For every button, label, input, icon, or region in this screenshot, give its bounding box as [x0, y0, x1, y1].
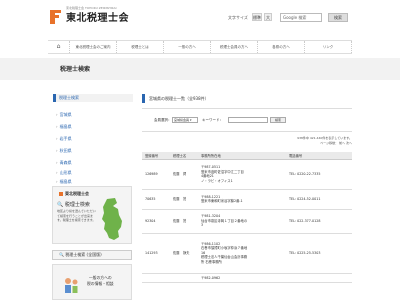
search-button[interactable]: 検索 [270, 117, 286, 123]
table-row: 92304 佐藤 茂 〒981-3204 仙台市泉区寺岡１丁目２番地の 3 TE… [142, 209, 352, 234]
banner-logo: 東北税理士会 [59, 191, 89, 197]
sidebar-item-fukushima[interactable]: 福島県 [56, 124, 72, 130]
cell-tel: TEL: 0225-25-5303 [286, 233, 352, 274]
logo-text: 東北税理士会 [66, 13, 129, 24]
nav-item-public[interactable]: 一般の方へ [164, 41, 211, 53]
table-row: 70635 佐藤 茂 〒988-1221 登米市東和町米谷字錦2番-1 TEL:… [142, 189, 352, 210]
member-select-label: 会員選択： [154, 118, 172, 122]
cell-address: 〒982-0962 [198, 273, 286, 283]
tax-info-text: 一般の方への 税の情報・相談 [87, 275, 114, 286]
tax-info-banner[interactable]: 一般の方への 税の情報・相談 [52, 264, 132, 300]
cell-address: 〒986-1102 石巻市須賀町小坂字仲浜７番地 16 税理士法人千葉仙台山会計… [198, 233, 286, 274]
header: 東北税理士会 TOHOKU ZEIRISHIKAI 東北税理士会 文字サイズ 標… [0, 0, 400, 40]
cell-name: 佐藤 茂 [170, 189, 198, 210]
banner-text: 地区より県を選んでいただいて検索を行うことが出来ます。税理士を検索できます。 [57, 209, 96, 222]
table-row: 126989 佐藤 潤 〒987-0511 登米市迫町佐沼字中江二丁目 4番地2… [142, 159, 352, 190]
cell-number: 126989 [142, 159, 170, 190]
search-banner[interactable]: 東北税理士会 🔍 税理士検索 地区より県を選んでいただいて検索を行うことが出来ま… [52, 186, 132, 244]
sidebar-item-iwate[interactable]: 岩手県 [56, 136, 72, 142]
pagination[interactable]: ページ移動： 前へ 次へ [142, 141, 352, 146]
banner-title: 🔍 税理士検索 [57, 202, 90, 208]
sidebar-item-yamagata[interactable]: 山形県 [56, 170, 72, 176]
nav-item-zeirishi[interactable]: 税理士とは [117, 41, 164, 53]
site-search-button[interactable]: 検索 [328, 13, 348, 22]
site-search-input[interactable]: Google 検索 [280, 13, 322, 22]
cell-name [170, 273, 198, 283]
tohoku-map-icon [102, 198, 122, 240]
nav-item-members[interactable]: 税理士会員の方へ [211, 41, 258, 53]
page-title-band: 税理士検索 [0, 58, 400, 80]
cell-tel: TEL: 0220-22-7335 [286, 159, 352, 190]
keyword-label: キーワード： [202, 118, 223, 122]
cell-name: 佐藤 潤 [170, 159, 198, 190]
sidebar-item-fukushima-2[interactable]: 福島県 [56, 179, 72, 185]
home-icon[interactable]: ⌂ [48, 41, 70, 53]
sidebar-item-aomori[interactable]: 青森県 [56, 160, 72, 166]
logo-icon [59, 192, 63, 196]
col-header-tel: 電話番号 [286, 152, 352, 160]
people-icon [65, 278, 78, 293]
col-header-name: 税理士名 [170, 152, 198, 160]
cell-address: 〒988-1221 登米市東和町米谷字錦2番-1 [198, 189, 286, 210]
page-title: 税理士検索 [60, 66, 91, 73]
global-nav: ⌂ 東北税理士会のご案内 税理士とは 一般の方へ 税理士会員の方へ 各県の方へ … [48, 40, 352, 54]
logo-icon [50, 9, 62, 24]
cell-address: 〒981-3204 仙台市泉区寺岡１丁目２番地の 3 [198, 209, 286, 234]
col-header-number: 登録番号 [142, 152, 170, 160]
cell-number [142, 273, 170, 283]
sidebar-item-akita[interactable]: 秋田県 [56, 148, 72, 154]
nav-item-about[interactable]: 東北税理士会のご案内 [70, 41, 117, 53]
cell-name: 佐藤 茂 [170, 209, 198, 234]
table-row: 141293 佐藤 静夫 〒986-1102 石巻市須賀町小坂字仲浜７番地 16… [142, 233, 352, 274]
cell-tel [286, 273, 352, 283]
nationwide-search-button[interactable]: 🔍 税理士検索 (全国版) [52, 250, 132, 260]
site-logo[interactable]: 東北税理士会 TOHOKU ZEIRISHIKAI 東北税理士会 [50, 6, 129, 24]
keyword-input[interactable] [228, 117, 268, 123]
font-size-label: 文字サイズ [228, 15, 248, 20]
nav-item-links[interactable]: リンク [305, 41, 352, 53]
member-select[interactable]: 宮城県会員 ▾ [172, 117, 198, 123]
nav-item-prefectures[interactable]: 各県の方へ [258, 41, 305, 53]
font-size-large-button[interactable]: 大 [264, 13, 272, 21]
sidebar-heading[interactable]: 税理士検索 [53, 94, 133, 102]
logo-subtitle: 東北税理士会 TOHOKU ZEIRISHIKAI [66, 6, 117, 10]
cell-tel: TEL: 0224-52-0011 [286, 189, 352, 210]
search-form: 会員選択： 宮城県会員 ▾ キーワード： 検索 [142, 108, 352, 132]
cell-number: 92304 [142, 209, 170, 234]
cell-name: 佐藤 静夫 [170, 233, 198, 274]
table-row: 〒982-0962 [142, 273, 352, 283]
table-header-row: 登録番号 税理士名 事務所所在地 電話番号 [142, 152, 352, 160]
cell-number: 70635 [142, 189, 170, 210]
results-heading: 宮城県の税理士一覧（全938件） [142, 94, 352, 103]
result-count: 938件中 421-440件を表示しています。 ページ移動： 前へ 次へ [142, 136, 352, 146]
cell-number: 141293 [142, 233, 170, 274]
col-header-address: 事務所所在地 [198, 152, 286, 160]
sidebar-item-miyagi[interactable]: 宮城県 [56, 112, 72, 118]
cell-tel: TEL: 022-377-0128 [286, 209, 352, 234]
font-size-normal-button[interactable]: 標準 [252, 13, 262, 21]
results-table: 登録番号 税理士名 事務所所在地 電話番号 126989 佐藤 潤 〒987-0… [142, 152, 352, 283]
cell-address: 〒987-0511 登米市迫町佐沼字中江二丁目 4番地21 ノ・ラビ・オフィス1 [198, 159, 286, 190]
